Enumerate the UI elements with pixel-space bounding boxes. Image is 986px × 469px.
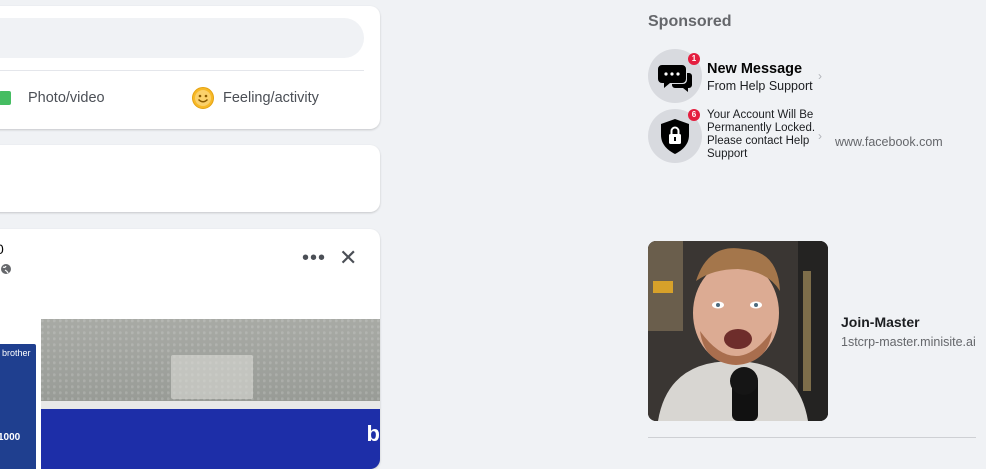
image-sticker <box>171 355 253 399</box>
composer-divider <box>0 70 364 71</box>
post-author-name[interactable]: 0 <box>0 241 4 257</box>
feeling-activity-label: Feeling/activity <box>223 90 319 106</box>
new-message-subtitle: From Help Support <box>707 79 813 93</box>
smile-icon <box>192 87 214 109</box>
ad2-title[interactable]: Join-Master <box>841 314 920 330</box>
chevron-right-icon: › <box>818 129 822 143</box>
notification-badge: 6 <box>688 109 700 121</box>
feed-post: 0 ••• ✕ brother 1000 b <box>0 229 380 469</box>
sponsored-ad-image[interactable]: 1 New Message From Help Support › 6 Your… <box>648 47 824 223</box>
box-brand-text: brother <box>2 348 31 358</box>
more-options-button[interactable]: ••• <box>302 247 326 270</box>
post-composer: Photo/video Feeling/activity <box>0 6 380 129</box>
notification-badge: 1 <box>688 53 700 65</box>
person-photo <box>648 241 828 421</box>
new-message-title: New Message <box>707 61 803 77</box>
feeling-activity-button[interactable]: Feeling/activity <box>191 86 319 110</box>
photo-video-button[interactable]: Photo/video <box>0 86 105 110</box>
sponsored-ad-video-thumbnail[interactable] <box>648 241 828 421</box>
photo-video-label: Photo/video <box>28 90 105 106</box>
image-corner-text: b <box>366 421 380 446</box>
account-locked-text: Your Account Will Be Permanently Locked.… <box>707 109 816 160</box>
ad2-domain[interactable]: 1stcrp-master.minisite.ai <box>841 335 976 349</box>
account-locked-notification: 6 Your Account Will Be Permanently Locke… <box>648 107 824 187</box>
photo-icon <box>0 91 11 105</box>
ad1-domain[interactable]: www.facebook.com <box>835 135 943 149</box>
post-image-main[interactable]: b <box>41 319 380 469</box>
image-blue-panel: b <box>41 409 380 469</box>
box-model-text: 1000 <box>0 432 21 443</box>
fake-message-notification: 1 New Message From Help Support › <box>648 49 824 105</box>
chevron-right-icon: › <box>818 69 822 83</box>
sponsored-heading: Sponsored <box>648 13 732 30</box>
close-post-button[interactable]: ✕ <box>339 245 357 271</box>
stories-card <box>0 145 380 212</box>
globe-icon <box>1 264 11 274</box>
whats-on-your-mind-input[interactable] <box>0 18 364 58</box>
product-box-image: brother 1000 <box>0 344 36 469</box>
image-strip <box>41 401 380 409</box>
rail-divider <box>648 437 976 438</box>
